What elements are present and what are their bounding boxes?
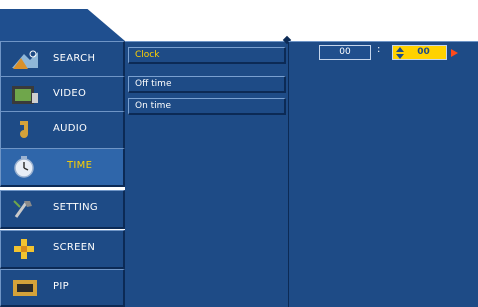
menu-item-clock[interactable]: Clock — [128, 47, 286, 64]
nav-header-tab — [0, 9, 125, 41]
menu-item-label: On time — [135, 101, 171, 111]
nav-item-label: PIP — [53, 281, 69, 292]
nav-item-search[interactable]: SEARCH — [0, 41, 125, 80]
time-submenu: Clock Off time On time — [125, 41, 288, 307]
clock-settings-panel: 00 : 00 — [288, 41, 478, 307]
menu-item-on-time[interactable]: On time — [128, 98, 286, 115]
nav-item-label: AUDIO — [53, 123, 88, 134]
arrow-right-icon[interactable] — [451, 49, 458, 57]
minute-value: 00 — [417, 47, 430, 57]
hour-field[interactable]: 00 — [319, 45, 371, 60]
menu-item-label: Clock — [135, 50, 160, 60]
search-icon — [12, 50, 38, 69]
video-icon — [12, 86, 38, 104]
menu-item-label: Off time — [135, 79, 172, 89]
nav-item-label: VIDEO — [53, 88, 87, 99]
menu-item-off-time[interactable]: Off time — [128, 76, 286, 93]
nav-item-label: SETTING — [53, 202, 98, 213]
nav-item-label: TIME — [67, 160, 93, 171]
nav-item-video[interactable]: VIDEO — [0, 76, 125, 115]
up-down-icon — [396, 47, 404, 59]
nav-item-screen[interactable]: SCREEN — [0, 230, 125, 269]
setting-icon — [13, 200, 32, 218]
minute-field[interactable]: 00 — [392, 45, 447, 60]
screen-icon — [14, 239, 34, 259]
pip-icon — [13, 280, 37, 296]
nav-item-label: SCREEN — [53, 242, 96, 253]
audio-icon — [20, 121, 28, 138]
nav-item-pip[interactable]: PIP — [0, 269, 125, 307]
nav-item-setting[interactable]: SETTING — [0, 190, 125, 229]
nav-item-audio[interactable]: AUDIO — [0, 111, 125, 150]
main-nav: SEARCH VIDEO AUDIO TIME SETTING SCREEN P… — [0, 0, 125, 307]
time-separator: : — [377, 44, 381, 55]
time-icon — [14, 156, 34, 178]
nav-item-label: SEARCH — [53, 53, 96, 64]
nav-item-time[interactable]: TIME — [0, 148, 125, 187]
